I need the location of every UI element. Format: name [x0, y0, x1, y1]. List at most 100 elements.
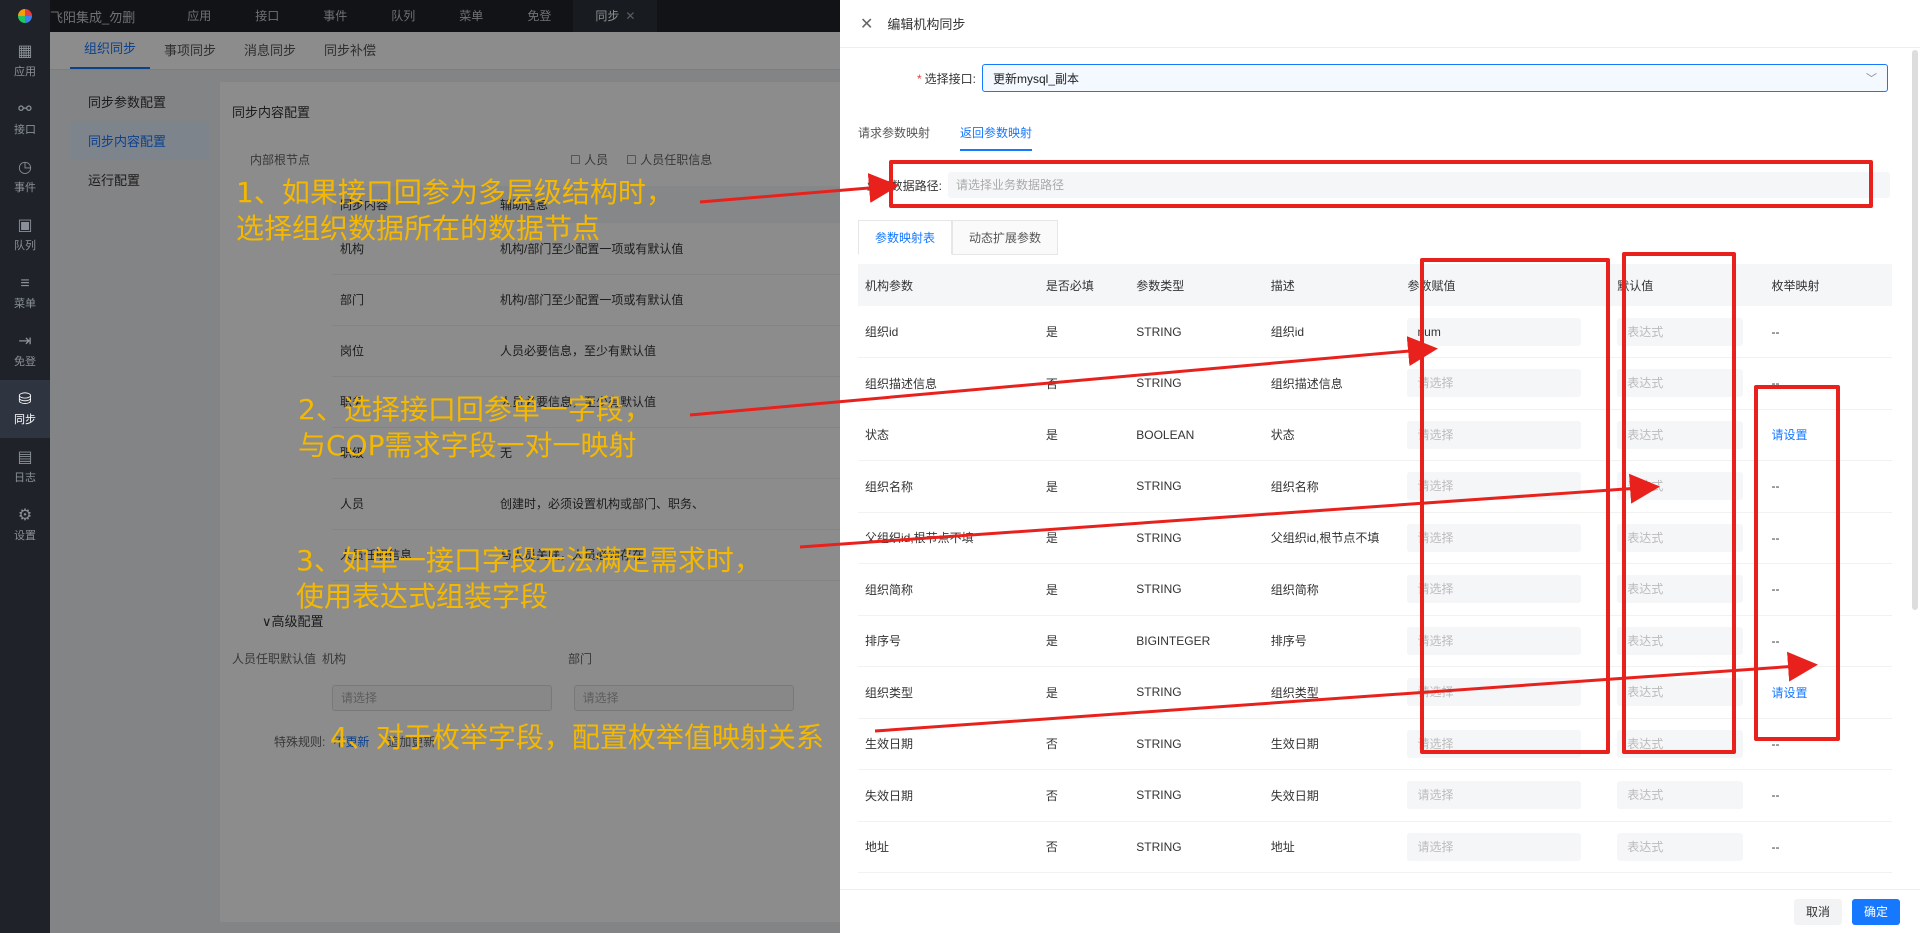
rail-item[interactable]: ⚯ 接口: [0, 90, 50, 148]
column-header: 描述: [1263, 264, 1401, 306]
rail-label: 队列: [14, 240, 36, 252]
default-expression-input[interactable]: 表达式: [1617, 781, 1744, 810]
param-type: STRING: [1129, 718, 1264, 770]
rail-item[interactable]: ◷ 事件: [0, 148, 50, 206]
column-header: 枚举映射: [1764, 264, 1892, 306]
param-required: 是: [1038, 512, 1130, 564]
default-expression-input[interactable]: 表达式: [1617, 832, 1744, 861]
annotation-3-line1: 3、如单一接口字段无法满足需求时，: [296, 544, 762, 577]
annotation-1-line1: 1、如果接口回参为多层级结构时，: [236, 176, 674, 209]
modal-overlay[interactable]: [50, 0, 840, 933]
param-name: 排序号: [858, 615, 1039, 667]
param-desc: 生效日期: [1263, 718, 1401, 770]
enum-mapping-cell: --: [1764, 821, 1892, 873]
rail-item[interactable]: ⇥ 免登: [0, 322, 50, 380]
column-header: 参数类型: [1129, 264, 1264, 306]
rail-item[interactable]: ⚙ 设置: [0, 496, 50, 554]
highlight-value-column: [1420, 258, 1610, 754]
rail-item[interactable]: ≡ 菜单: [0, 264, 50, 322]
annotation-1-line2: 选择组织数据所在的数据节点: [236, 212, 601, 245]
table-row: 组织简称是 STRING 组织简称 请选择 表达式 --: [858, 563, 1892, 616]
table-row: 组织id 是 STRING 组织id num 表达式 --: [858, 306, 1892, 358]
table-row: 失效日期否 STRING 失效日期 请选择 表达式 --: [858, 769, 1892, 822]
annotation-1: 1、如果接口回参为多层级结构时， 选择组织数据所在的数据节点: [236, 175, 674, 247]
cancel-button[interactable]: 取消: [1793, 898, 1842, 925]
param-type: STRING: [1129, 512, 1264, 564]
confirm-button[interactable]: 确定: [1851, 898, 1900, 925]
param-type: STRING: [1129, 563, 1264, 616]
param-value-select[interactable]: 请选择: [1407, 781, 1582, 810]
drawer-scrollbar[interactable]: [1912, 50, 1918, 610]
rail-item[interactable]: ▣ 队列: [0, 206, 50, 264]
param-required: 否: [1038, 821, 1130, 873]
param-value-select[interactable]: 请选择: [1407, 832, 1582, 861]
annotation-2-line2: 与COP需求字段一对一映射: [298, 429, 637, 462]
param-name: 父组织id,根节点不填: [858, 512, 1039, 564]
param-name: 组织简称: [858, 563, 1039, 616]
param-name: 组织名称: [858, 460, 1039, 513]
param-required: 是: [1038, 460, 1130, 513]
logo-icon: [18, 9, 32, 23]
param-value-cell: 请选择: [1400, 821, 1611, 873]
rail-label: 同步: [14, 414, 36, 426]
rail-label: 接口: [14, 124, 36, 136]
param-name: 组织类型: [858, 666, 1039, 719]
tab-request-mapping[interactable]: 请求参数映射: [858, 124, 930, 151]
param-type: STRING: [1129, 666, 1264, 719]
rail-label: 设置: [14, 530, 36, 542]
annotation-2-line1: 2、选择接口回参单一字段，: [298, 393, 652, 426]
rail-item[interactable]: ▦ 应用: [0, 32, 50, 90]
enum-mapping-value: --: [1771, 324, 1780, 339]
interface-label-text: 选择接口:: [924, 71, 976, 86]
param-name: 失效日期: [858, 769, 1039, 822]
interface-label: * 选择接口:: [840, 70, 982, 87]
rail-item[interactable]: ⛁ 同步: [0, 380, 50, 438]
tab-dynamic-params[interactable]: 动态扩展参数: [952, 220, 1059, 255]
chevron-down-icon: ﹀: [1866, 73, 1877, 85]
param-required: 否: [1038, 769, 1130, 822]
enum-mapping-value: --: [1771, 788, 1780, 803]
rail-label: 应用: [14, 66, 36, 78]
param-default-cell: 表达式: [1610, 769, 1765, 822]
param-desc: 排序号: [1263, 615, 1401, 667]
rail-icon: ▦: [17, 43, 33, 60]
table-row: 组织描述信息否 STRING 组织描述信息 请选择 表达式 --: [858, 357, 1892, 410]
param-required: 是: [1038, 615, 1130, 667]
annotation-3-line2: 使用表达式组装字段: [296, 580, 549, 613]
app-logo[interactable]: [0, 0, 50, 32]
rail-label: 事件: [14, 182, 36, 194]
param-subtabs: 参数映射表 动态扩展参数: [858, 220, 1059, 255]
column-header: 是否必填: [1038, 264, 1130, 306]
param-desc: 状态: [1263, 409, 1401, 461]
drawer-header: ✕ 编辑机构同步: [840, 0, 1920, 48]
param-name: 地址: [858, 821, 1039, 873]
param-name: 生效日期: [858, 718, 1039, 770]
close-icon[interactable]: ✕: [860, 14, 873, 34]
rail-label: 菜单: [14, 298, 36, 310]
param-type: STRING: [1129, 821, 1264, 873]
param-name: 组织描述信息: [858, 357, 1039, 410]
tab-response-mapping[interactable]: 返回参数映射: [960, 124, 1033, 151]
rail-icon: ⛁: [18, 391, 32, 408]
interface-select[interactable]: 更新mysql_副本 ﹀: [982, 64, 1888, 92]
param-name: 组织id: [858, 306, 1039, 358]
param-desc: 父组织id,根节点不填: [1263, 512, 1401, 564]
rail-icon: ▣: [17, 217, 33, 234]
interface-row: * 选择接口: 更新mysql_副本 ﹀: [840, 64, 1910, 92]
table-row: 生效日期否 STRING 生效日期 请选择 表达式 --: [858, 718, 1892, 770]
annotation-2: 2、选择接口回参单一字段， 与COP需求字段一对一映射: [298, 392, 652, 464]
param-desc: 组织描述信息: [1263, 357, 1401, 410]
highlight-enum-column: [1754, 385, 1840, 741]
annotation-3: 3、如单一接口字段无法满足需求时， 使用表达式组装字段: [296, 543, 762, 615]
param-desc: 组织类型: [1263, 666, 1401, 719]
rail-icon: ⚯: [18, 101, 32, 118]
rail-item[interactable]: ▤ 日志: [0, 438, 50, 496]
param-name: 状态: [858, 409, 1039, 461]
rail-icon: ⇥: [18, 333, 32, 350]
drawer-title: 编辑机构同步: [887, 17, 966, 32]
param-type: BIGINTEGER: [1129, 615, 1264, 667]
param-value-cell: 请选择: [1400, 769, 1611, 822]
tab-param-map[interactable]: 参数映射表: [858, 220, 953, 255]
table-row: 组织类型是 STRING 组织类型 请选择 表达式 请设置: [858, 666, 1892, 719]
table-row: 地址否 STRING 地址 请选择 表达式 --: [858, 821, 1892, 873]
